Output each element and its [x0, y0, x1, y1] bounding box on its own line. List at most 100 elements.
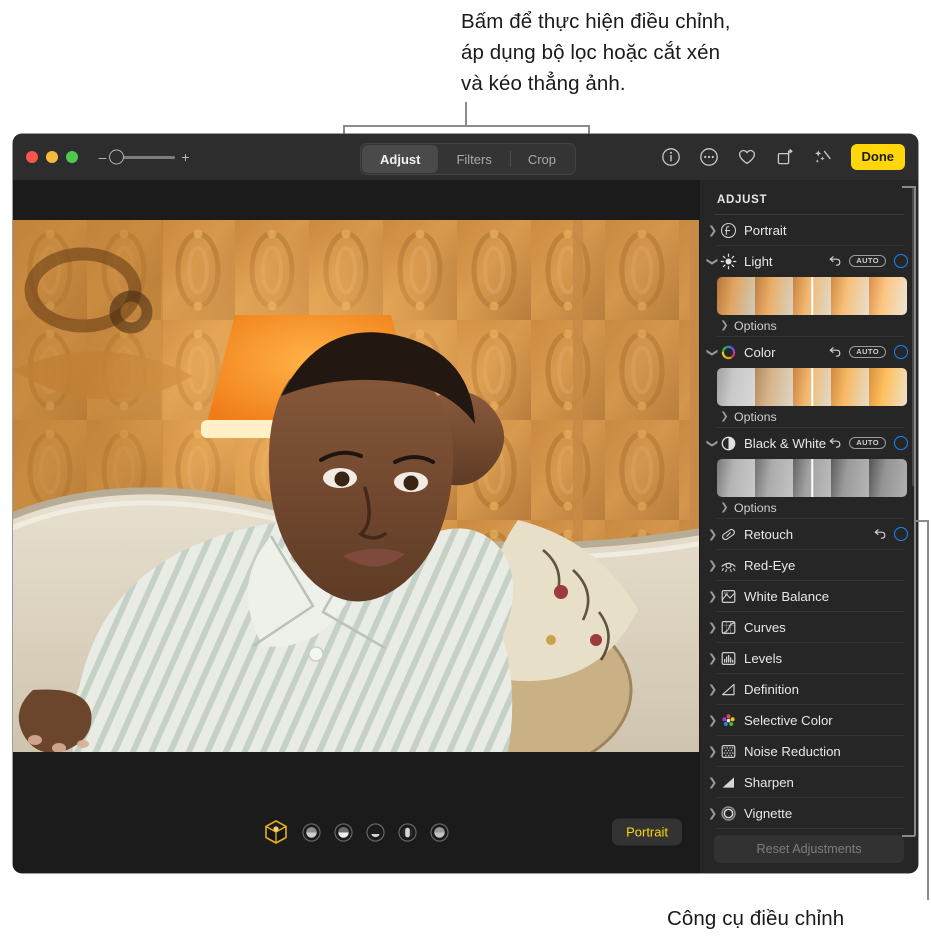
mode-segmented-control[interactable]: Adjust Filters Crop [360, 143, 577, 175]
adjust-section-noise-reduction[interactable]: ❯ Noise Reduction [700, 736, 918, 766]
adjust-section-white-balance[interactable]: ❯ W White Balance [700, 581, 918, 611]
callout-right-bracket-bottom [902, 835, 915, 837]
color-options-row[interactable]: ❯ Options [700, 406, 918, 427]
chevron-right-icon[interactable]: ❯ [708, 714, 717, 727]
section-controls: AUTO [828, 345, 908, 359]
adjust-section-selective-color[interactable]: ❯ Selective Color [700, 705, 918, 735]
section-toggle[interactable] [894, 254, 908, 268]
zoom-slider-track[interactable] [109, 149, 175, 165]
callout-top-bracket [343, 125, 589, 127]
adjust-section-retouch[interactable]: ❯ Retouch [700, 519, 918, 549]
chevron-right-icon[interactable]: ❯ [708, 621, 717, 634]
filmstrip-position-marker[interactable] [811, 459, 813, 497]
adjust-section-sharpen[interactable]: ❯ Sharpen [700, 767, 918, 797]
stage-light-icon[interactable] [366, 822, 385, 842]
screenshot-root: Bấm để thực hiện điều chỉnh, áp dụng bộ … [0, 0, 931, 942]
adjust-section-color[interactable]: ❯ Color AUTO [700, 337, 918, 367]
reset-undo-icon[interactable] [828, 255, 841, 268]
auto-enhance-icon[interactable] [813, 147, 833, 167]
section-toggle[interactable] [894, 345, 908, 359]
chevron-down-icon[interactable]: ❯ [706, 439, 719, 448]
options-label: Options [734, 500, 777, 515]
adjust-section-light[interactable]: ❯ Light AUTO [700, 246, 918, 276]
close-button[interactable] [26, 151, 38, 163]
chevron-down-icon[interactable]: ❯ [706, 257, 719, 266]
chevron-down-icon[interactable]: ❯ [706, 348, 719, 357]
chevron-right-icon[interactable]: ❯ [708, 224, 717, 237]
chevron-right-icon[interactable]: ❯ [708, 559, 717, 572]
adjust-section-black-white[interactable]: ❯ Black & White AUTO [700, 428, 918, 458]
row-divider [717, 828, 904, 829]
adjust-section-levels[interactable]: ❯ Levels [700, 643, 918, 673]
retouch-bandage-icon [722, 528, 735, 540]
filmstrip-position-marker[interactable] [811, 277, 813, 315]
adjust-section-vignette[interactable]: ❯ Vignette [700, 798, 918, 828]
stage-light-mono-icon[interactable] [398, 822, 417, 842]
section-label: Retouch [744, 526, 794, 542]
chevron-right-icon[interactable]: ❯ [708, 683, 717, 696]
adjust-panel-scroll[interactable]: ADJUST ❯ Portrait ❯ Light AUTO ❯ Options… [700, 180, 918, 873]
light-options-row[interactable]: ❯ Options [700, 315, 918, 336]
filmstrip-position-marker[interactable] [811, 368, 813, 406]
levels-icon [721, 651, 736, 665]
chevron-right-icon[interactable]: ❯ [720, 411, 729, 422]
light-filmstrip[interactable] [717, 277, 907, 315]
adjust-section-definition[interactable]: ❯ Definition [700, 674, 918, 704]
zoom-in-icon[interactable]: + [181, 150, 190, 164]
auto-button[interactable]: AUTO [849, 436, 886, 450]
minimize-button[interactable] [46, 151, 58, 163]
portrait-mode-badge[interactable]: Portrait [612, 818, 682, 846]
photo-image[interactable] [13, 220, 700, 752]
zoom-slider-knob[interactable] [109, 149, 124, 165]
section-label: Levels [744, 650, 783, 666]
black-white-filmstrip[interactable] [717, 459, 907, 497]
red-eye-icon [721, 562, 736, 572]
adjust-section-portrait[interactable]: ❯ Portrait [700, 215, 918, 245]
traffic-light-buttons[interactable] [26, 151, 78, 163]
zoom-button[interactable] [66, 151, 78, 163]
tab-crop[interactable]: Crop [509, 145, 574, 173]
chevron-right-icon[interactable]: ❯ [708, 776, 717, 789]
done-button[interactable]: Done [850, 144, 905, 170]
chevron-right-icon[interactable]: ❯ [708, 652, 717, 665]
section-toggle[interactable] [894, 527, 908, 541]
lighting-effects-bar: Portrait [13, 791, 700, 873]
light-sun-icon [720, 253, 737, 269]
tab-filters[interactable]: Filters [438, 145, 509, 173]
studio-light-icon[interactable] [302, 822, 321, 842]
natural-light-cube-icon[interactable] [263, 819, 289, 845]
section-controls [873, 527, 908, 541]
contour-light-icon[interactable] [334, 822, 353, 842]
rotate-icon[interactable] [775, 147, 795, 167]
more-options-icon[interactable] [699, 147, 719, 167]
favorite-heart-icon[interactable] [737, 147, 757, 167]
chevron-right-icon[interactable]: ❯ [708, 590, 717, 603]
reset-undo-icon[interactable] [873, 528, 886, 541]
color-filmstrip[interactable] [717, 368, 907, 406]
auto-button[interactable]: AUTO [849, 254, 886, 268]
black-white-options-row[interactable]: ❯ Options [700, 497, 918, 518]
reset-adjustments-button[interactable]: Reset Adjustments [714, 835, 904, 863]
info-icon[interactable] [661, 147, 681, 167]
chevron-right-icon[interactable]: ❯ [720, 502, 729, 513]
adjust-section-red-eye[interactable]: ❯ Red-Eye [700, 550, 918, 580]
reset-undo-icon[interactable] [828, 437, 841, 450]
lighting-effect-picker[interactable] [263, 819, 449, 845]
chevron-right-icon[interactable]: ❯ [720, 320, 729, 331]
definition-icon [722, 683, 735, 695]
adjust-section-curves[interactable]: ❯ Curves [700, 612, 918, 642]
chevron-right-icon[interactable]: ❯ [708, 528, 717, 541]
section-controls: AUTO [828, 254, 908, 268]
high-key-mono-icon[interactable] [430, 822, 449, 842]
chevron-right-icon[interactable]: ❯ [708, 807, 717, 820]
zoom-out-icon[interactable]: – [98, 150, 107, 164]
black-white-circle-icon [721, 436, 736, 450]
auto-button[interactable]: AUTO [849, 345, 886, 359]
vignette-icon [721, 805, 736, 821]
options-label: Options [734, 409, 777, 424]
section-toggle[interactable] [894, 436, 908, 450]
zoom-slider[interactable]: – + [98, 149, 190, 165]
chevron-right-icon[interactable]: ❯ [708, 745, 717, 758]
tab-adjust[interactable]: Adjust [362, 145, 439, 173]
reset-undo-icon[interactable] [828, 346, 841, 359]
